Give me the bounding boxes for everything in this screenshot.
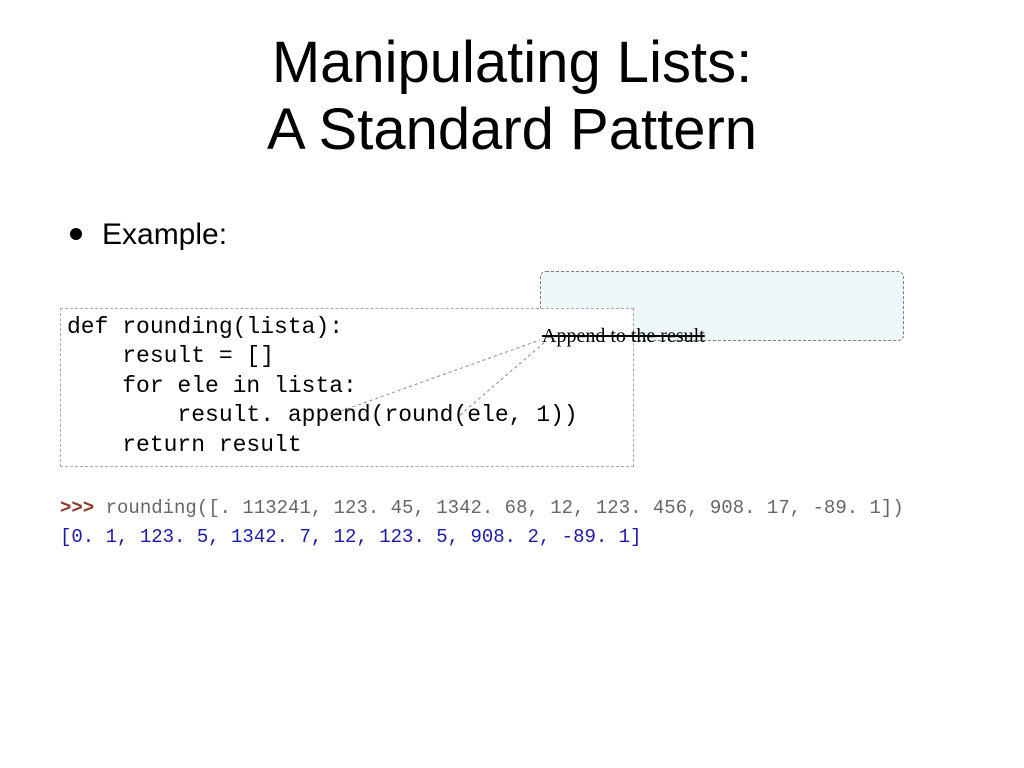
bullet-row: Example: [70,218,227,252]
code-line: for ele in lista: [67,373,357,399]
console-prompt: >>> [60,497,106,519]
slide: Manipulating Lists: A Standard Pattern E… [0,0,1024,768]
console-output: >>> rounding([. 113241, 123. 45, 1342. 6… [60,494,904,553]
code-line: result. append(round(ele, 1)) [67,402,578,428]
slide-title: Manipulating Lists: A Standard Pattern [0,30,1024,163]
console-call: rounding([. 113241, 123. 45, 1342. 68, 1… [106,497,904,519]
code-line: return result [67,432,302,458]
example-label: Example: [102,218,227,252]
code-line: def rounding(lista): [67,314,343,340]
console-input-line: >>> rounding([. 113241, 123. 45, 1342. 6… [60,494,904,523]
bullet-dot-icon [70,228,82,240]
console-result: [0. 1, 123. 5, 1342. 7, 12, 123. 5, 908.… [60,523,904,552]
callout-label: Append to the result [542,325,705,348]
code-line: result = [] [67,343,274,369]
